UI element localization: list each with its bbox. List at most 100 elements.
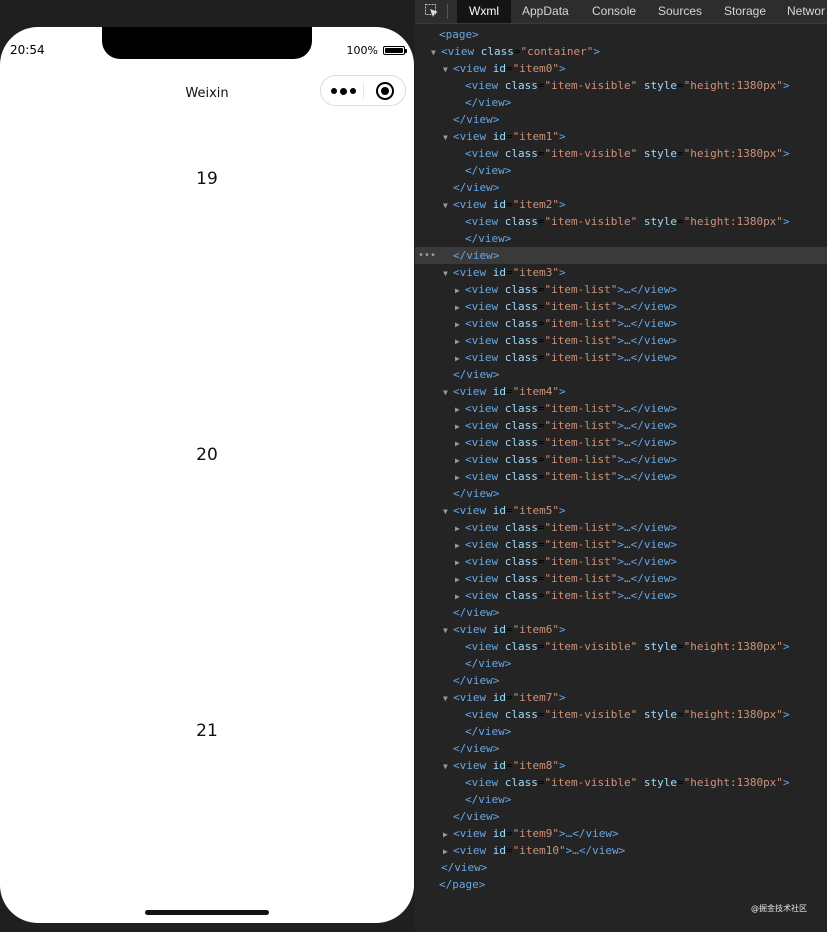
expanded-triangle-icon[interactable]: ▼ — [443, 384, 453, 401]
expanded-triangle-icon[interactable]: ▼ — [443, 265, 453, 282]
wxml-node-row[interactable]: ▶ <view id="item9">…</view> — [415, 825, 827, 842]
wxml-node-row[interactable]: ••• </view> — [415, 247, 827, 264]
collapsed-triangle-icon[interactable]: ▶ — [455, 571, 465, 588]
tab-storage[interactable]: Storage — [724, 0, 766, 23]
item-number: 20 — [196, 445, 218, 465]
wxml-node-row[interactable]: ▶ <view class="item-list">…</view> — [415, 468, 827, 485]
wxml-node-row[interactable]: ▼ <view id="item7"> — [415, 689, 827, 706]
expanded-triangle-icon[interactable]: ▼ — [443, 61, 453, 78]
expanded-triangle-icon[interactable]: ▼ — [431, 44, 441, 61]
wxml-node-row[interactable]: ▼ <view id="item3"> — [415, 264, 827, 281]
wxml-node-row[interactable]: </view> — [415, 672, 827, 689]
collapsed-triangle-icon[interactable]: ▶ — [443, 826, 453, 843]
wxml-node-row[interactable]: </view> — [415, 94, 827, 111]
tab-appdata[interactable]: AppData — [522, 0, 569, 23]
wxml-node-row[interactable]: </view> — [415, 723, 827, 740]
wxml-node-row[interactable]: ▶ <view class="item-list">…</view> — [415, 570, 827, 587]
more-icon[interactable] — [331, 82, 361, 100]
wxml-node-row[interactable]: ▶ <view id="item10">…</view> — [415, 842, 827, 859]
expanded-triangle-icon[interactable]: ▼ — [443, 197, 453, 214]
wxml-node-row[interactable]: </page> — [415, 876, 827, 893]
wxml-node-row[interactable]: ▼ <view id="item6"> — [415, 621, 827, 638]
collapsed-triangle-icon[interactable]: ▶ — [455, 452, 465, 469]
collapsed-triangle-icon[interactable]: ▶ — [455, 537, 465, 554]
attr-name: class — [504, 521, 538, 534]
row-more-icon[interactable]: ••• — [418, 247, 436, 264]
tag-close: >…</view> — [617, 300, 677, 313]
tab-wxml[interactable]: Wxml — [457, 0, 511, 23]
wxml-node-row[interactable]: <page> — [415, 26, 827, 43]
collapsed-triangle-icon[interactable]: ▶ — [455, 418, 465, 435]
wxml-node-row[interactable]: <view class="item-visible" style="height… — [415, 706, 827, 723]
collapsed-triangle-icon[interactable]: ▶ — [443, 843, 453, 860]
wxml-node-row[interactable]: </view> — [415, 485, 827, 502]
wxml-node-row[interactable]: </view> — [415, 740, 827, 757]
collapsed-triangle-icon[interactable]: ▶ — [455, 316, 465, 333]
collapsed-triangle-icon[interactable]: ▶ — [455, 435, 465, 452]
attr-value: "item-list" — [544, 419, 618, 432]
collapsed-triangle-icon[interactable]: ▶ — [455, 469, 465, 486]
wxml-node-row[interactable]: ▼ <view id="item2"> — [415, 196, 827, 213]
wxml-node-row[interactable]: </view> — [415, 859, 827, 876]
wxml-node-row[interactable]: ▼ <view id="item8"> — [415, 757, 827, 774]
wxml-node-row[interactable]: ▶ <view class="item-list">…</view> — [415, 417, 827, 434]
wxml-node-row[interactable]: </view> — [415, 604, 827, 621]
collapsed-triangle-icon[interactable]: ▶ — [455, 282, 465, 299]
wxml-node-row[interactable]: </view> — [415, 366, 827, 383]
tab-sources[interactable]: Sources — [658, 0, 702, 23]
wxml-node-row[interactable]: ▶ <view class="item-list">…</view> — [415, 553, 827, 570]
wxml-node-row[interactable]: ▼ <view id="item0"> — [415, 60, 827, 77]
wxml-node-row[interactable]: ▼ <view id="item4"> — [415, 383, 827, 400]
wxml-node-row[interactable]: ▼ <view id="item5"> — [415, 502, 827, 519]
expanded-triangle-icon[interactable]: ▼ — [443, 622, 453, 639]
wxml-node-row[interactable]: <view class="item-visible" style="height… — [415, 77, 827, 94]
wxml-node-row[interactable]: </view> — [415, 655, 827, 672]
collapsed-triangle-icon[interactable]: ▶ — [455, 588, 465, 605]
tab-console[interactable]: Console — [592, 0, 636, 23]
wxml-node-row[interactable]: </view> — [415, 791, 827, 808]
wxml-node-row[interactable]: ▶ <view class="item-list">…</view> — [415, 536, 827, 553]
devtools-panel: Wxml AppData Console Sources Storage Net… — [415, 0, 827, 932]
collapsed-triangle-icon[interactable]: ▶ — [455, 299, 465, 316]
collapsed-triangle-icon[interactable]: ▶ — [455, 401, 465, 418]
wxml-node-row[interactable]: ▶ <view class="item-list">…</view> — [415, 298, 827, 315]
inspect-element-icon[interactable] — [425, 4, 439, 18]
tag-name: <view — [465, 776, 499, 789]
wxml-node-row[interactable]: <view class="item-visible" style="height… — [415, 638, 827, 655]
wxml-node-row[interactable]: </view> — [415, 162, 827, 179]
close-miniprogram-icon[interactable] — [376, 82, 394, 100]
wxml-node-row[interactable]: <view class="item-visible" style="height… — [415, 213, 827, 230]
wxml-node-row[interactable]: </view> — [415, 111, 827, 128]
wxml-node-row[interactable]: ▶ <view class="item-list">…</view> — [415, 315, 827, 332]
wxml-node-row[interactable]: <view class="item-visible" style="height… — [415, 145, 827, 162]
attr-name: id — [492, 504, 506, 517]
tag-name: </view> — [465, 793, 512, 806]
wxml-node-row[interactable]: ▶ <view class="item-list">…</view> — [415, 451, 827, 468]
expanded-triangle-icon[interactable]: ▼ — [443, 503, 453, 520]
wxml-node-row[interactable]: ▶ <view class="item-list">…</view> — [415, 281, 827, 298]
wxml-node-row[interactable]: ▶ <view class="item-list">…</view> — [415, 349, 827, 366]
wxml-node-row[interactable]: ▼ <view class="container"> — [415, 43, 827, 60]
wxml-node-row[interactable]: </view> — [415, 179, 827, 196]
tag-name: <view — [465, 147, 499, 160]
tag-name: <view — [465, 402, 499, 415]
wxml-node-row[interactable]: </view> — [415, 808, 827, 825]
wxml-node-row[interactable]: ▶ <view class="item-list">…</view> — [415, 332, 827, 349]
expanded-triangle-icon[interactable]: ▼ — [443, 129, 453, 146]
collapsed-triangle-icon[interactable]: ▶ — [455, 350, 465, 367]
wxml-node-row[interactable]: ▶ <view class="item-list">…</view> — [415, 400, 827, 417]
wxml-node-row[interactable]: ▶ <view class="item-list">…</view> — [415, 434, 827, 451]
wxml-node-row[interactable]: </view> — [415, 230, 827, 247]
wxml-node-row[interactable]: ▶ <view class="item-list">…</view> — [415, 519, 827, 536]
expanded-triangle-icon[interactable]: ▼ — [443, 758, 453, 775]
wxml-node-row[interactable]: ▼ <view id="item1"> — [415, 128, 827, 145]
collapsed-triangle-icon[interactable]: ▶ — [455, 554, 465, 571]
collapsed-triangle-icon[interactable]: ▶ — [455, 333, 465, 350]
attr-name: style — [643, 147, 677, 160]
attr-value: "item-list" — [544, 470, 618, 483]
tab-network[interactable]: Networ — [787, 0, 825, 23]
wxml-node-row[interactable]: <view class="item-visible" style="height… — [415, 774, 827, 791]
wxml-node-row[interactable]: ▶ <view class="item-list">…</view> — [415, 587, 827, 604]
expanded-triangle-icon[interactable]: ▼ — [443, 690, 453, 707]
collapsed-triangle-icon[interactable]: ▶ — [455, 520, 465, 537]
